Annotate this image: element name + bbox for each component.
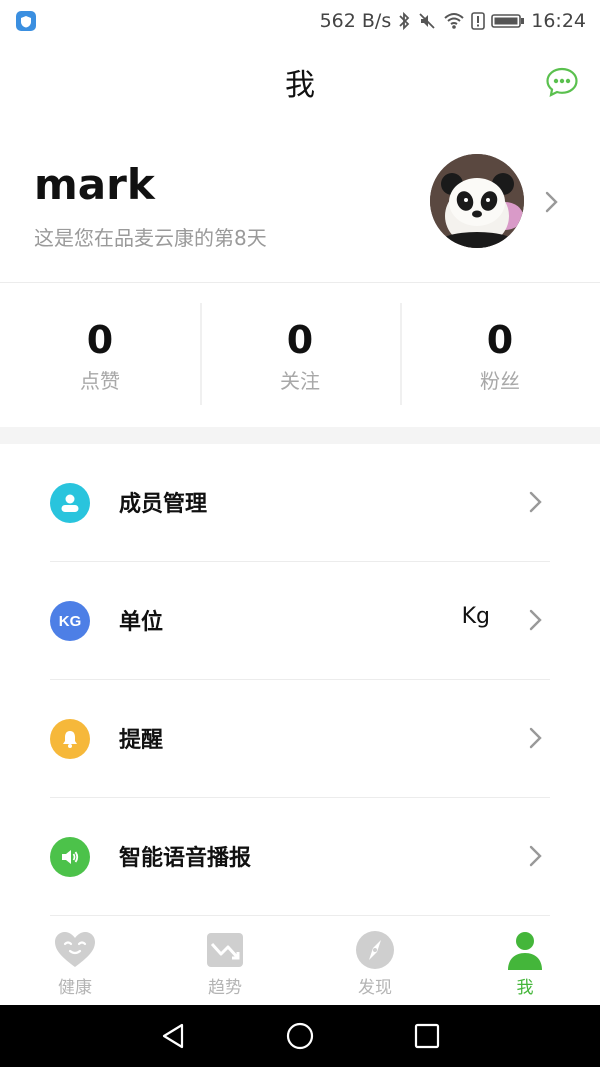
stat-value: 0 [286,317,314,362]
back-button[interactable] [153,1016,193,1056]
page-title: 我 [285,68,315,103]
status-left [16,11,36,31]
tab-label: 趋势 [208,978,242,998]
stat-label: 点赞 [80,368,120,393]
recents-button[interactable] [407,1016,447,1056]
chevron-right-icon [529,491,542,513]
stat-value: 0 [486,317,514,362]
network-speed: 562 B/s [319,10,392,32]
home-circle-icon [286,1022,314,1050]
menu-item-label: 提醒 [119,728,164,753]
home-button[interactable] [280,1016,320,1056]
tab-label: 健康 [58,978,92,998]
panda-avatar-image [430,154,524,248]
bottom-tab-bar: 健康 趋势 发现 我 [0,918,600,1005]
app-shield-icon [16,11,36,31]
tab-health[interactable]: 健康 [0,918,150,1005]
menu-item-label: 单位 [119,610,164,635]
username: mark [34,160,155,209]
sim-alert-icon [471,11,486,31]
bluetooth-icon [397,11,411,31]
stat-value: 0 [86,317,114,362]
stat-followers[interactable]: 0 粉丝 [400,283,600,427]
tab-label: 发现 [358,978,392,998]
kg-icon-text: KG [58,612,82,630]
title-bar: 我 [0,42,600,122]
mute-icon [417,11,437,31]
section-gap [0,427,600,444]
tab-trend[interactable]: 趋势 [150,918,300,1005]
wifi-icon [443,12,465,30]
menu-item-unit[interactable]: KG 单位 Kg [0,562,600,680]
person-icon [508,932,542,970]
menu-item-value: Kg [461,604,490,629]
chevron-right-icon [529,609,542,631]
member-icon [50,483,90,523]
tab-discover[interactable]: 发现 [300,918,450,1005]
chat-bubble-icon [546,67,578,97]
chat-button[interactable] [544,64,580,100]
stat-following[interactable]: 0 关注 [200,283,400,427]
divider [50,915,550,916]
status-bar: 562 B/s 16:24 [0,0,600,42]
membership-days-text: 这是您在品麦云康的第8天 [34,226,267,250]
stat-likes[interactable]: 0 点赞 [0,283,200,427]
menu-item-member-management[interactable]: 成员管理 [0,444,600,562]
chevron-right-icon [529,727,542,749]
tab-label: 我 [516,978,534,998]
menu-item-reminder[interactable]: 提醒 [0,680,600,798]
status-right: 562 B/s 16:24 [320,10,586,32]
settings-menu: 成员管理 KG 单位 Kg 提醒 智能语音播报 [0,444,600,916]
stat-label: 粉丝 [480,368,520,393]
menu-item-voice-broadcast[interactable]: 智能语音播报 [0,798,600,916]
trend-chart-icon [207,933,243,967]
chevron-right-icon [545,191,558,213]
system-nav-bar [0,1005,600,1067]
kg-icon: KG [50,601,90,641]
clock: 16:24 [531,10,586,32]
avatar[interactable] [430,154,524,248]
recents-square-icon [414,1023,439,1049]
speaker-icon [50,837,90,877]
tab-me[interactable]: 我 [450,918,600,1005]
heart-face-icon [55,932,95,967]
menu-item-label: 成员管理 [119,492,208,517]
bell-icon [50,719,90,759]
battery-icon [491,13,525,29]
stats-row: 0 点赞 0 关注 0 粉丝 [0,283,600,427]
menu-item-label: 智能语音播报 [119,846,252,871]
chevron-right-icon [529,845,542,867]
compass-icon [356,931,394,969]
profile-card[interactable]: mark 这是您在品麦云康的第8天 [0,122,600,282]
stat-label: 关注 [280,368,320,393]
back-triangle-icon [163,1023,184,1049]
